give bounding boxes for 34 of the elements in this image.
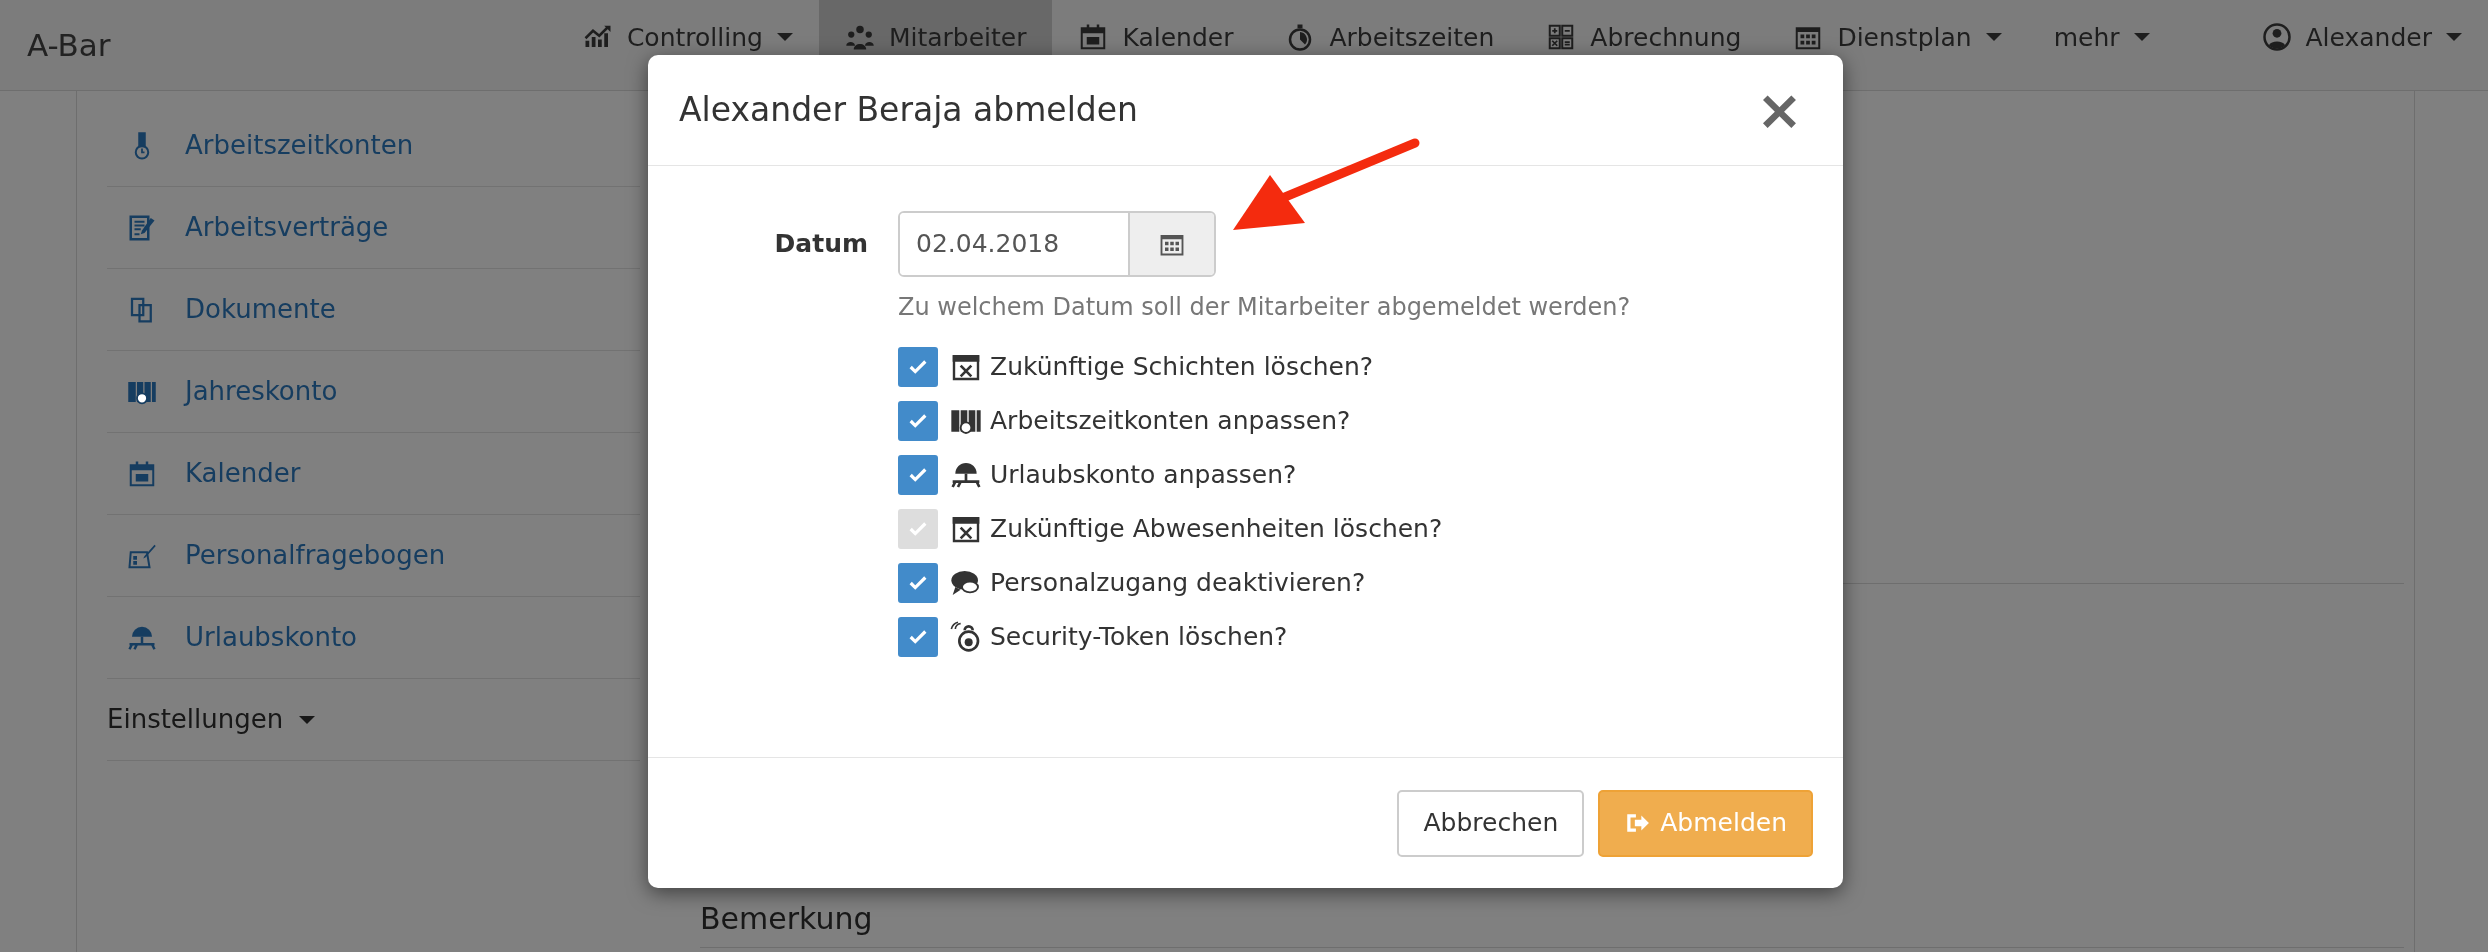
modal-title: Alexander Beraja abmelden [679,90,1138,130]
brand-logo[interactable]: A-Bar [27,21,111,69]
checkbox-label: Zukünftige Abwesenheiten löschen? [990,513,1443,546]
checkbox[interactable] [898,347,938,387]
user-icon [2261,22,2292,52]
checkbox-label: Zukünftige Schichten löschen? [990,351,1373,384]
date-field[interactable]: 02.04.2018 [898,211,1216,277]
sidebar-item[interactable]: Arbeitsverträge [107,187,640,269]
calendar-button[interactable] [1128,213,1214,275]
settings-menu[interactable]: Einstellungen [107,679,640,761]
nav-item[interactable]: Kalender [1052,0,1260,90]
cancel-button[interactable]: Abbrechen [1397,789,1585,857]
sidebar-item[interactable]: Urlaubskonto [107,597,640,679]
checkbox[interactable] [898,455,938,495]
checkbox[interactable] [898,617,938,657]
sidebar-item[interactable]: Jahreskonto [107,351,640,433]
sidebar-item[interactable]: Arbeitszeitkonten [107,105,640,187]
checkbox-label: Security-Token löschen? [990,621,1288,654]
checkbox-label: Personalzugang deaktivieren? [990,567,1366,600]
checkbox[interactable] [898,563,938,603]
sidebar-item[interactable]: Kalender [107,433,640,515]
checkbox[interactable] [898,401,938,441]
checkbox-label: Arbeitszeitkonten anpassen? [990,405,1351,438]
checkbox-label: Urlaubskonto anpassen? [990,459,1297,492]
section-heading: Bemerkung [700,896,2404,948]
sidebar-item[interactable]: Personalfragebogen [107,515,640,597]
token-icon [950,621,982,653]
nav-item[interactable]: mehr [2027,0,2176,90]
user-menu[interactable]: Alexander [2235,0,2488,90]
nav-item[interactable]: Arbeitszeiten [1259,0,1521,90]
sidebar-item[interactable]: Dokumente [107,269,640,351]
help-text: Zu welchem Datum soll der Mitarbeiter abgemeldet werden? [898,292,1632,323]
nav-item[interactable]: Controlling [556,0,819,90]
field-label: Datum [773,228,869,261]
